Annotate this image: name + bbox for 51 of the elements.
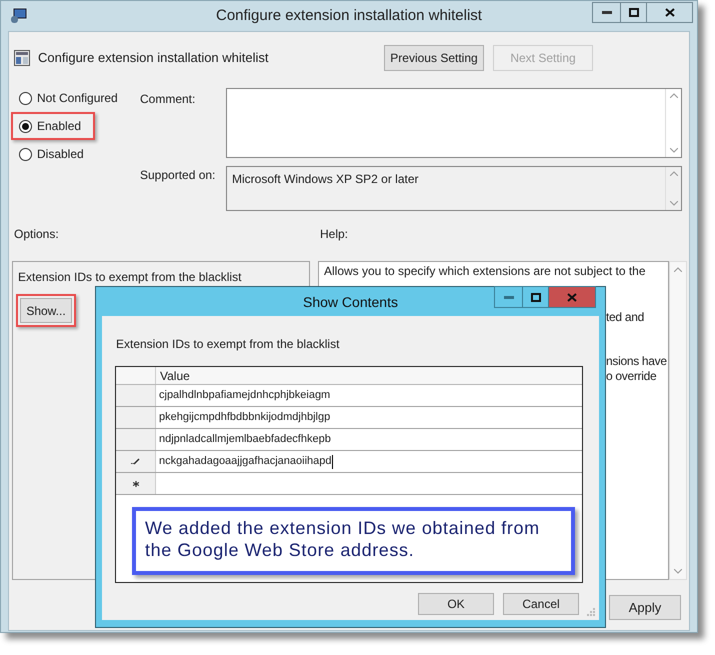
- apply-button[interactable]: Apply: [609, 595, 681, 620]
- supported-on-value: Microsoft Windows XP SP2 or later: [231, 171, 420, 188]
- radio-option[interactable]: Not Configured: [13, 89, 118, 107]
- supported-on-label: Supported on:: [139, 167, 216, 184]
- radio-button[interactable]: [19, 92, 32, 104]
- help-text: nsions have: [606, 354, 667, 369]
- scroll-up-icon: [670, 171, 678, 176]
- close-icon: [664, 8, 674, 17]
- resize-grip-icon: [587, 608, 595, 616]
- minimize-icon: [602, 11, 612, 14]
- help-text: Allows you to specify which extensions are not subject to the: [324, 264, 646, 279]
- minimize-icon: [504, 296, 514, 298]
- options-label: Options:: [13, 226, 60, 243]
- policy-icon: [14, 50, 30, 66]
- radio-option[interactable]: Disabled: [13, 145, 84, 163]
- callout-text: We added the extension IDs we obtained from the Google Web Store address.: [145, 517, 541, 561]
- table-cell[interactable]: ndjpnladcallmjemlbaebfadecfhkepb: [156, 429, 582, 450]
- options-text: Extension IDs to exempt from the blacklist: [17, 269, 242, 286]
- table-cell[interactable]: nckgahadagoaajjgafhacjanaoiihapd: [156, 451, 582, 472]
- policy-name: Configure extension installation whitelist: [38, 49, 269, 68]
- table-cell[interactable]: pkehgijcmpdhfbdbbnkijodmdjhbjlgp: [156, 407, 582, 428]
- help-text: ted and: [606, 310, 644, 325]
- scroll-down-icon: [670, 148, 678, 153]
- scroll-up-icon: [670, 93, 678, 98]
- scrollbar[interactable]: [665, 167, 681, 210]
- comment-label: Comment:: [139, 91, 196, 108]
- show-button[interactable]: Show...: [20, 298, 72, 323]
- radio-option[interactable]: Enabled: [13, 117, 82, 135]
- computer-icon: [10, 8, 27, 24]
- maximize-icon: [530, 292, 540, 302]
- asterisk-icon: [132, 480, 138, 486]
- help-label: Help:: [319, 226, 348, 243]
- scroll-down-icon: [674, 569, 682, 574]
- maximize-icon: [628, 8, 638, 17]
- close-icon: [567, 292, 577, 302]
- previous-setting-button[interactable]: Previous Setting: [384, 45, 484, 71]
- comment-field[interactable]: [226, 88, 682, 158]
- radio-button[interactable]: [19, 148, 32, 160]
- ok-button[interactable]: OK: [418, 593, 494, 615]
- scrollbar[interactable]: [665, 89, 681, 157]
- table-cell[interactable]: cjpalhdlnbpafiamejdnhcphjbkeiagm: [156, 385, 582, 406]
- cancel-button[interactable]: Cancel: [503, 593, 579, 615]
- scrollbar[interactable]: [669, 261, 687, 580]
- radio-button[interactable]: [19, 120, 32, 132]
- scroll-up-icon: [674, 267, 682, 272]
- window-title: Configure extension installation whitelist: [216, 6, 482, 26]
- window-title: Show Contents: [303, 292, 398, 312]
- scroll-down-icon: [670, 201, 678, 206]
- help-text: o override: [606, 369, 656, 384]
- list-label: Extension IDs to exempt from the blacklist: [116, 336, 340, 353]
- row-header[interactable]: [116, 473, 156, 494]
